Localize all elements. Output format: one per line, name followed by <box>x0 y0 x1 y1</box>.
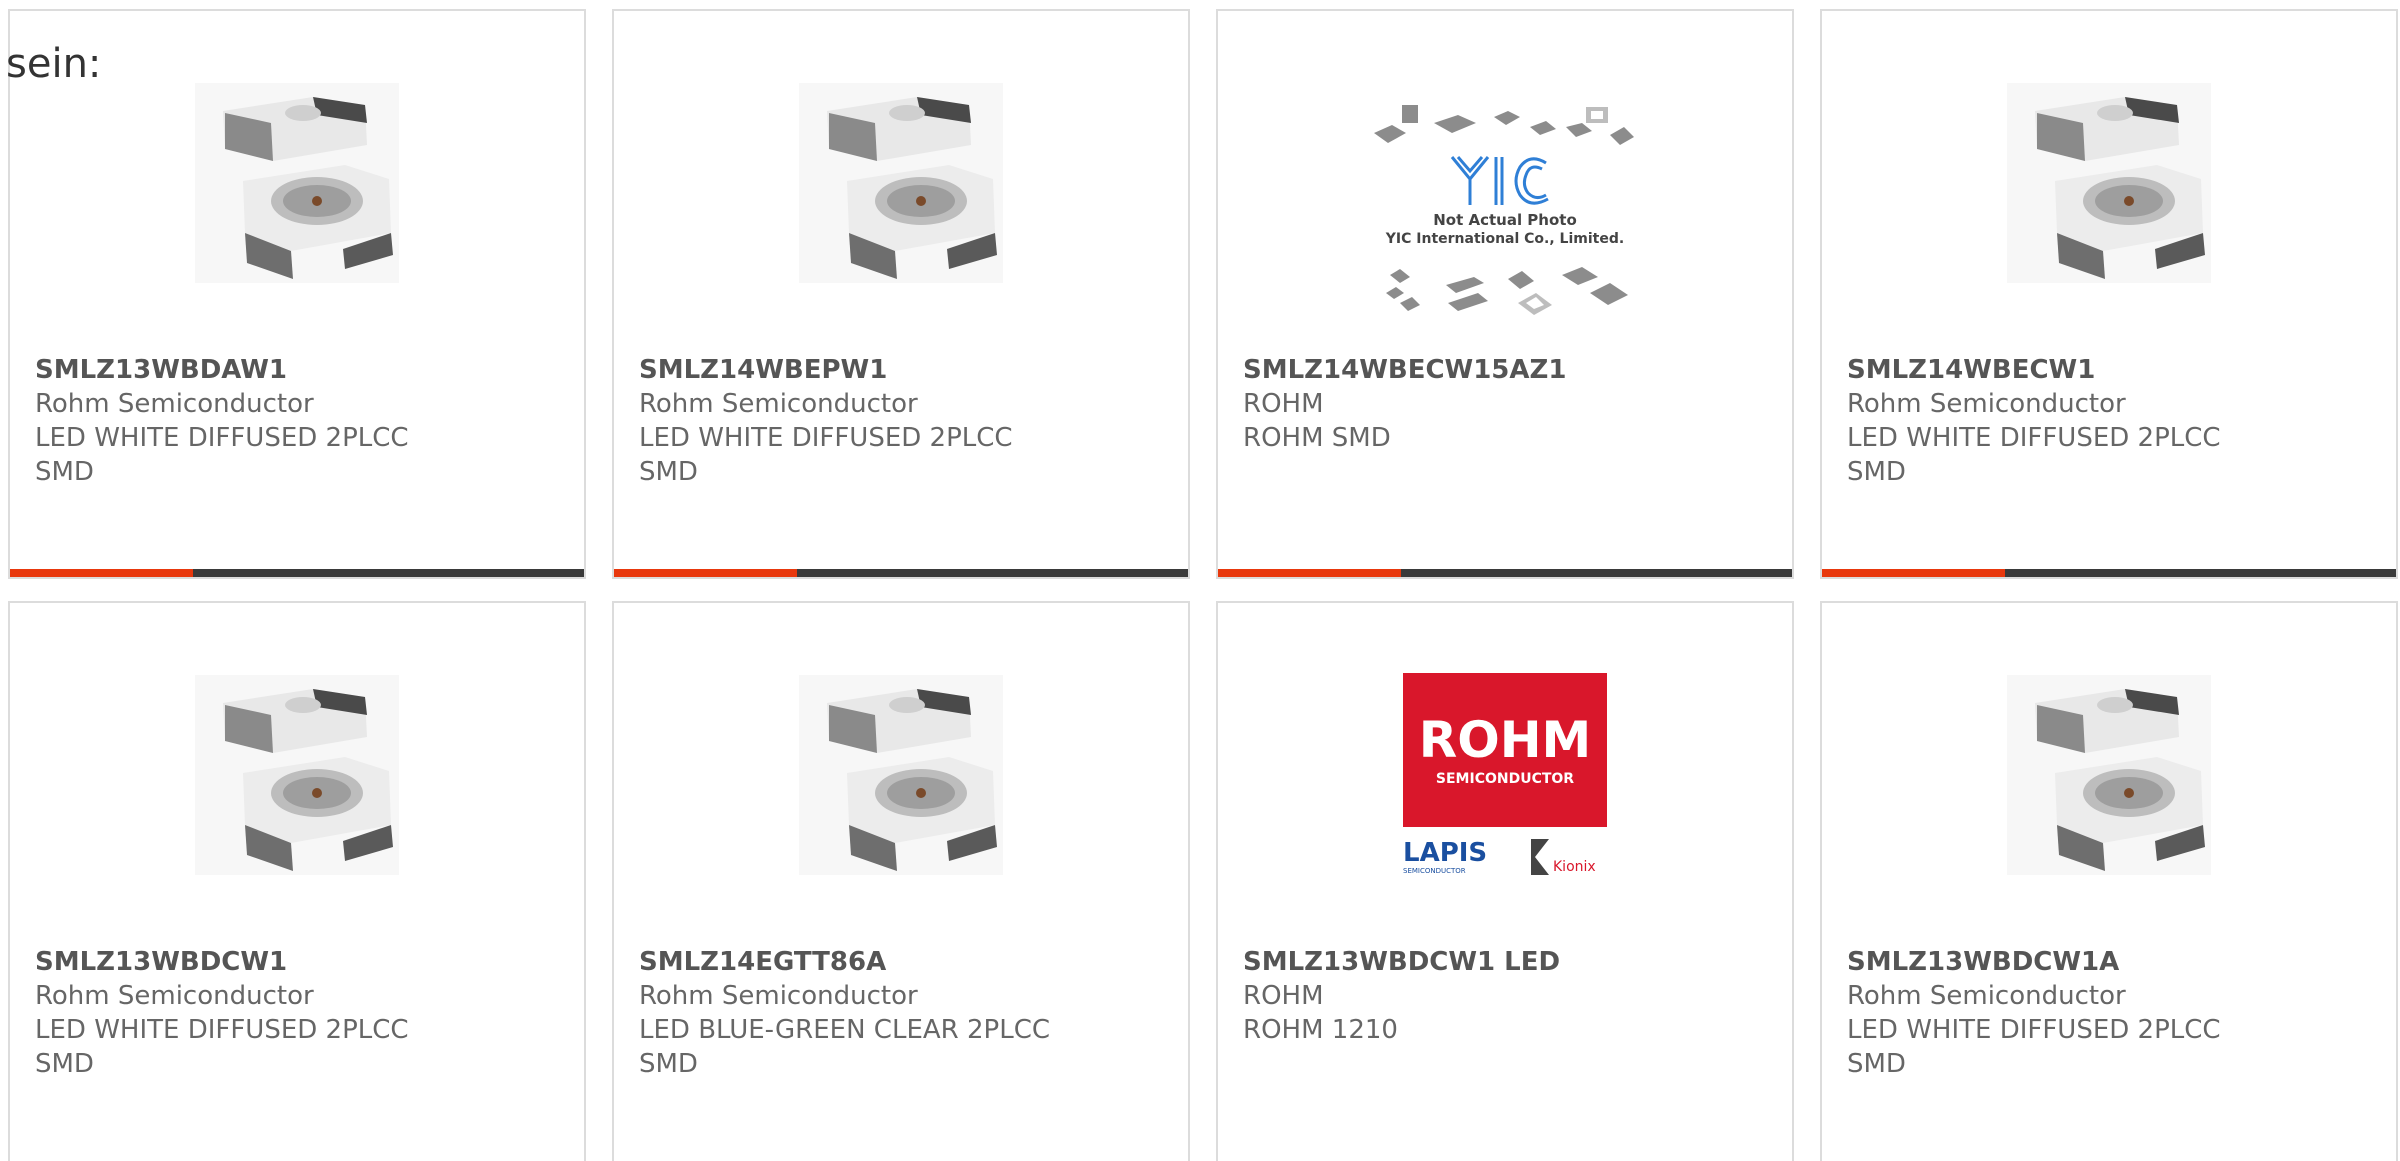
description-line2: SMD <box>35 1049 94 1079</box>
intro-text: sein: <box>6 41 102 87</box>
page: sein: SMLZ13WBDAW1 Rohm Semiconductor LE… <box>0 0 2400 1161</box>
manufacturer: ROHM <box>1243 389 1324 419</box>
card-accent-bar <box>1822 569 2396 577</box>
manufacturer: Rohm Semiconductor <box>1847 981 2126 1011</box>
part-number[interactable]: SMLZ13WBDCW1 LED <box>1243 945 1772 979</box>
description-line2: SMD <box>35 457 94 487</box>
logo-sub-text: SEMICONDUCTOR <box>1436 771 1574 787</box>
part-number[interactable]: SMLZ14WBECW1 <box>1847 353 2376 387</box>
product-card[interactable]: SMLZ13WBDCW1 Rohm Semiconductor LED WHIT… <box>8 601 586 1161</box>
logo-main-text: ROHM <box>1419 711 1592 769</box>
product-card[interactable]: SMLZ13WBDCW1A Rohm Semiconductor LED WHI… <box>1820 601 2398 1161</box>
description: LED BLUE-GREEN CLEAR 2PLCC <box>639 1015 1050 1045</box>
product-image <box>10 79 584 287</box>
manufacturer: Rohm Semiconductor <box>35 981 314 1011</box>
product-image: Not Actual Photo YIC International Co., … <box>1218 97 1792 347</box>
product-grid: SMLZ13WBDAW1 Rohm Semiconductor LED WHIT… <box>8 9 2398 1161</box>
kionix-mark-icon <box>1531 839 1549 875</box>
product-image <box>1822 671 2396 879</box>
product-card[interactable]: SMLZ14WBECW1 Rohm Semiconductor LED WHIT… <box>1820 9 2398 579</box>
part-number[interactable]: SMLZ13WBDCW1 <box>35 945 564 979</box>
description-line2: SMD <box>1847 457 1906 487</box>
product-image <box>1822 79 2396 287</box>
led-package-image <box>195 83 399 283</box>
manufacturer: Rohm Semiconductor <box>639 389 918 419</box>
description: LED WHITE DIFFUSED 2PLCC <box>1847 423 2221 453</box>
manufacturer: ROHM <box>1243 981 1324 1011</box>
description: LED WHITE DIFFUSED 2PLCC <box>35 423 409 453</box>
description: ROHM SMD <box>1243 423 1391 453</box>
product-card[interactable]: SMLZ14EGTT86A Rohm Semiconductor LED BLU… <box>612 601 1190 1161</box>
description: LED WHITE DIFFUSED 2PLCC <box>1847 1015 2221 1045</box>
product-image: ROHM SEMICONDUCTOR LAPIS SEMICONDUCTOR K… <box>1218 671 1792 879</box>
product-card[interactable]: Not Actual Photo YIC International Co., … <box>1216 9 1794 579</box>
yic-placeholder-image: Not Actual Photo YIC International Co., … <box>1374 105 1634 315</box>
description-line2: SMD <box>1847 1049 1906 1079</box>
product-image <box>10 671 584 879</box>
product-card[interactable]: SMLZ14WBEPW1 Rohm Semiconductor LED WHIT… <box>612 9 1190 579</box>
manufacturer: Rohm Semiconductor <box>35 389 314 419</box>
led-package-image <box>799 675 1003 875</box>
yic-caption-2: YIC International Co., Limited. <box>1385 231 1624 247</box>
lapis-logo-text: LAPIS <box>1403 838 1487 868</box>
part-number[interactable]: SMLZ13WBDCW1A <box>1847 945 2376 979</box>
description: LED WHITE DIFFUSED 2PLCC <box>639 423 1013 453</box>
part-number[interactable]: SMLZ14EGTT86A <box>639 945 1168 979</box>
led-package-image <box>2007 83 2211 283</box>
part-number[interactable]: SMLZ14WBECW15AZ1 <box>1243 353 1772 387</box>
lapis-sub-text: SEMICONDUCTOR <box>1403 867 1466 875</box>
card-accent-bar <box>1218 569 1792 577</box>
product-card[interactable]: ROHM SEMICONDUCTOR LAPIS SEMICONDUCTOR K… <box>1216 601 1794 1161</box>
manufacturer: Rohm Semiconductor <box>1847 389 2126 419</box>
card-accent-bar <box>614 569 1188 577</box>
description-line2: SMD <box>639 1049 698 1079</box>
led-package-image <box>2007 675 2211 875</box>
card-accent-bar <box>10 569 584 577</box>
kionix-logo-text: Kionix <box>1553 859 1596 875</box>
description: LED WHITE DIFFUSED 2PLCC <box>35 1015 409 1045</box>
yic-caption-1: Not Actual Photo <box>1433 211 1577 229</box>
manufacturer: Rohm Semiconductor <box>639 981 918 1011</box>
product-card[interactable]: SMLZ13WBDAW1 Rohm Semiconductor LED WHIT… <box>8 9 586 579</box>
description-line2: SMD <box>639 457 698 487</box>
product-image <box>614 671 1188 879</box>
led-package-image <box>799 83 1003 283</box>
part-number[interactable]: SMLZ14WBEPW1 <box>639 353 1168 387</box>
part-number[interactable]: SMLZ13WBDAW1 <box>35 353 564 387</box>
led-package-image <box>195 675 399 875</box>
product-image <box>614 79 1188 287</box>
description: ROHM 1210 <box>1243 1015 1398 1045</box>
rohm-logo-image: ROHM SEMICONDUCTOR LAPIS SEMICONDUCTOR K… <box>1403 673 1607 875</box>
